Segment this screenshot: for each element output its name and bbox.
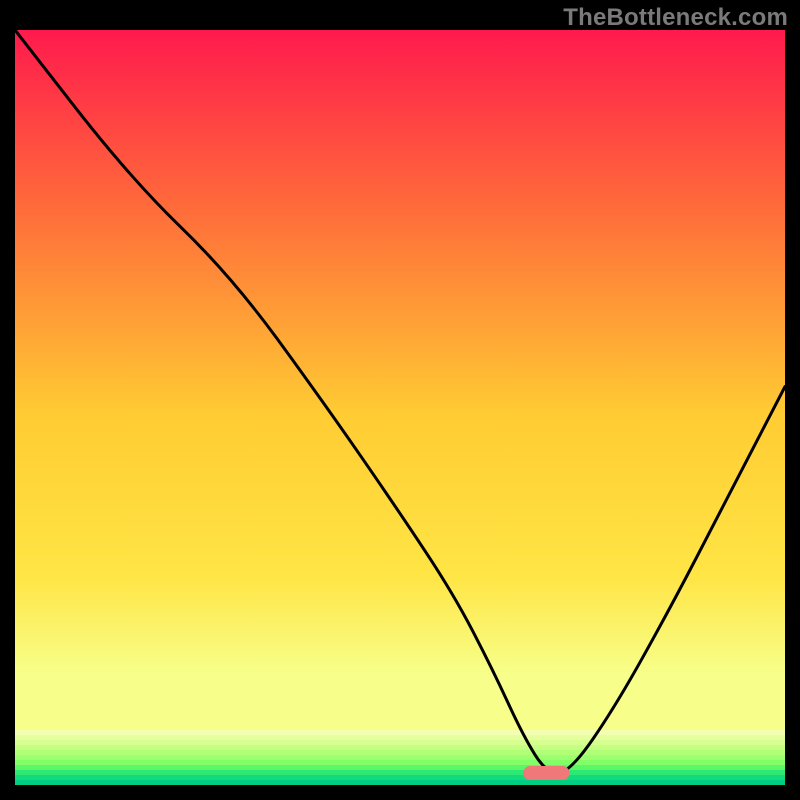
- chart-container: TheBottleneck.com: [0, 0, 800, 800]
- watermark-label: TheBottleneck.com: [563, 4, 788, 32]
- plot-svg: [15, 30, 785, 785]
- plot-area: [15, 30, 785, 785]
- green-band: [15, 730, 785, 785]
- optimal-marker: [523, 766, 569, 780]
- gradient-background: [15, 30, 785, 730]
